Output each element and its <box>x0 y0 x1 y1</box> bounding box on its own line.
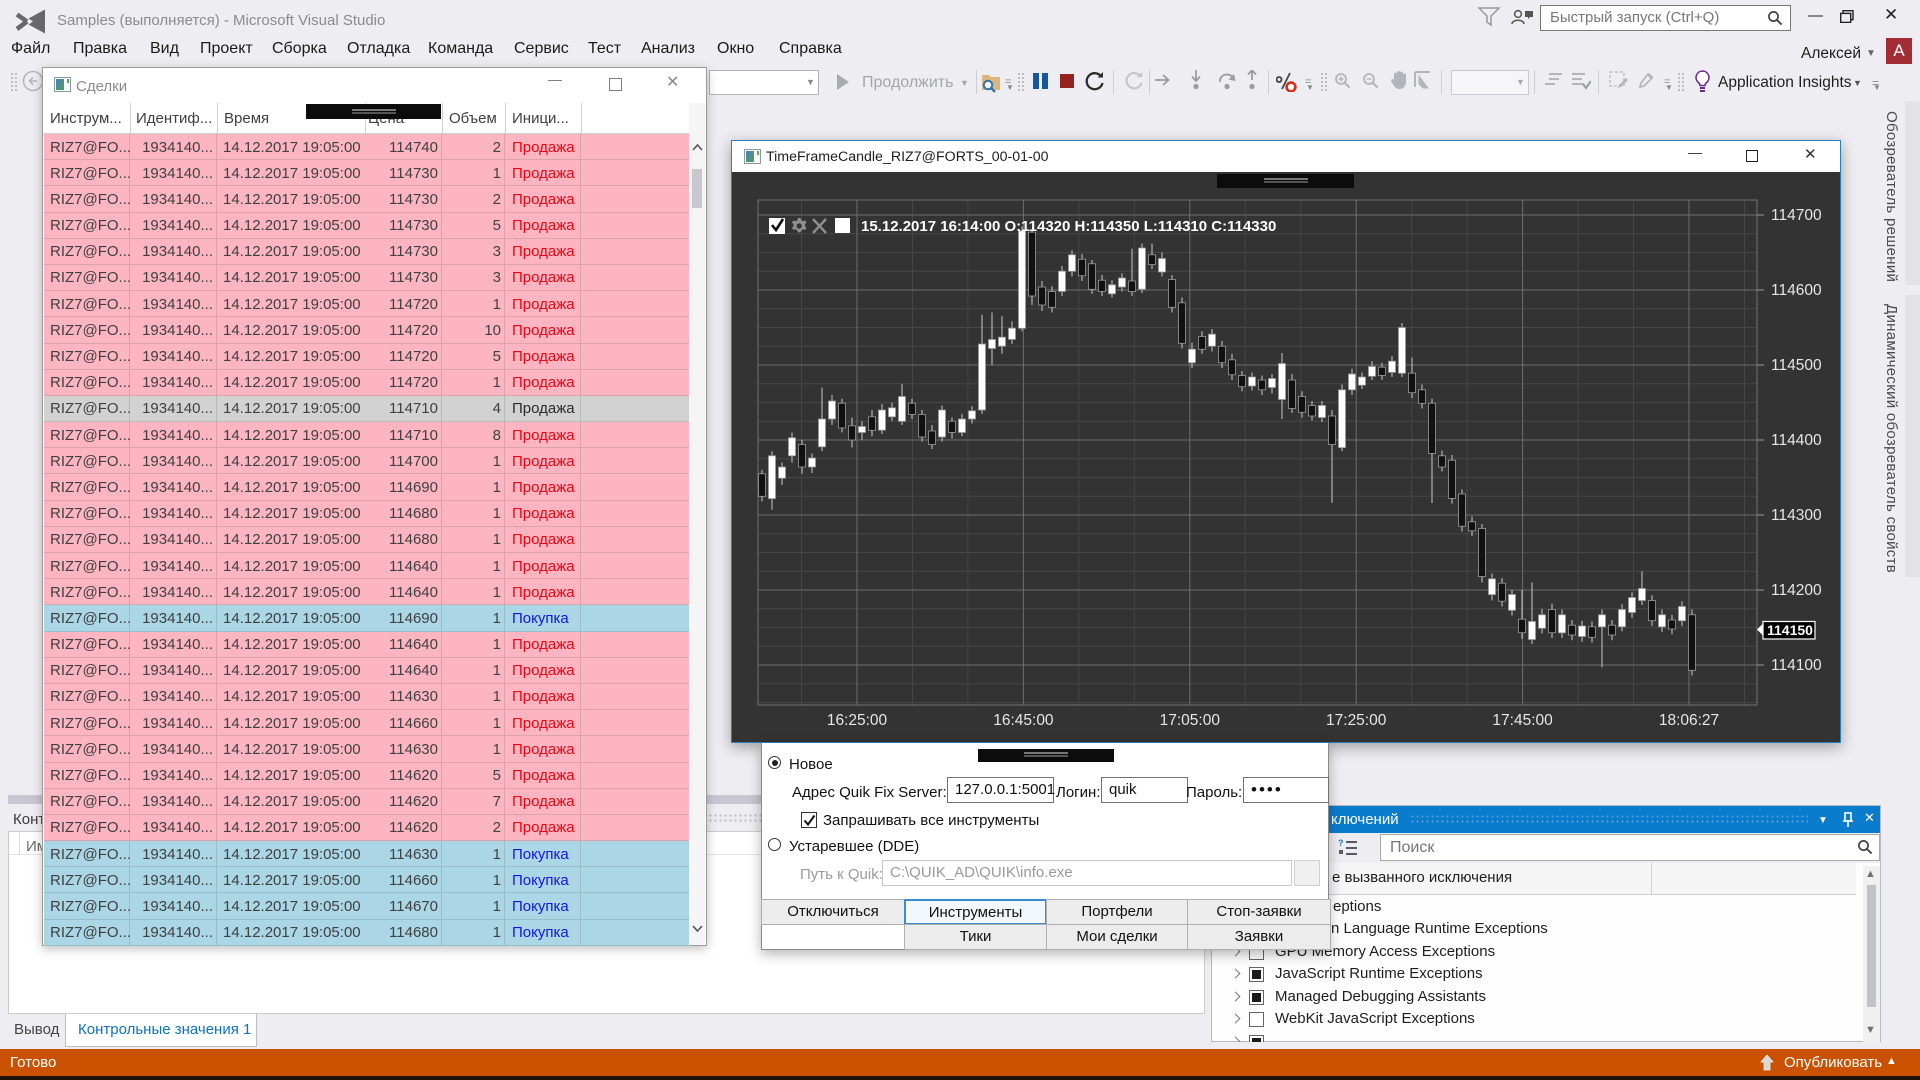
svg-text:16:45:00: 16:45:00 <box>993 712 1054 729</box>
svg-text:18:06:27: 18:06:27 <box>1659 712 1719 729</box>
svg-text:114300: 114300 <box>1771 507 1822 524</box>
svg-text:114400: 114400 <box>1771 432 1822 449</box>
svg-text:16:25:00: 16:25:00 <box>827 712 888 729</box>
svg-text:114600: 114600 <box>1771 282 1822 299</box>
svg-text:17:05:00: 17:05:00 <box>1160 712 1221 729</box>
svg-text:17:45:00: 17:45:00 <box>1492 712 1553 729</box>
svg-text:?: ? <box>1338 839 1344 848</box>
svg-text:114700: 114700 <box>1771 207 1822 224</box>
svg-text:114200: 114200 <box>1771 582 1822 599</box>
svg-text:17:25:00: 17:25:00 <box>1326 712 1387 729</box>
svg-text:114150: 114150 <box>1767 622 1813 638</box>
svg-text:114500: 114500 <box>1771 357 1822 374</box>
svg-text:15.12.2017 16:14:00 O:114320 H: 15.12.2017 16:14:00 O:114320 H:114350 L:… <box>861 218 1276 235</box>
svg-text:114100: 114100 <box>1771 657 1822 674</box>
